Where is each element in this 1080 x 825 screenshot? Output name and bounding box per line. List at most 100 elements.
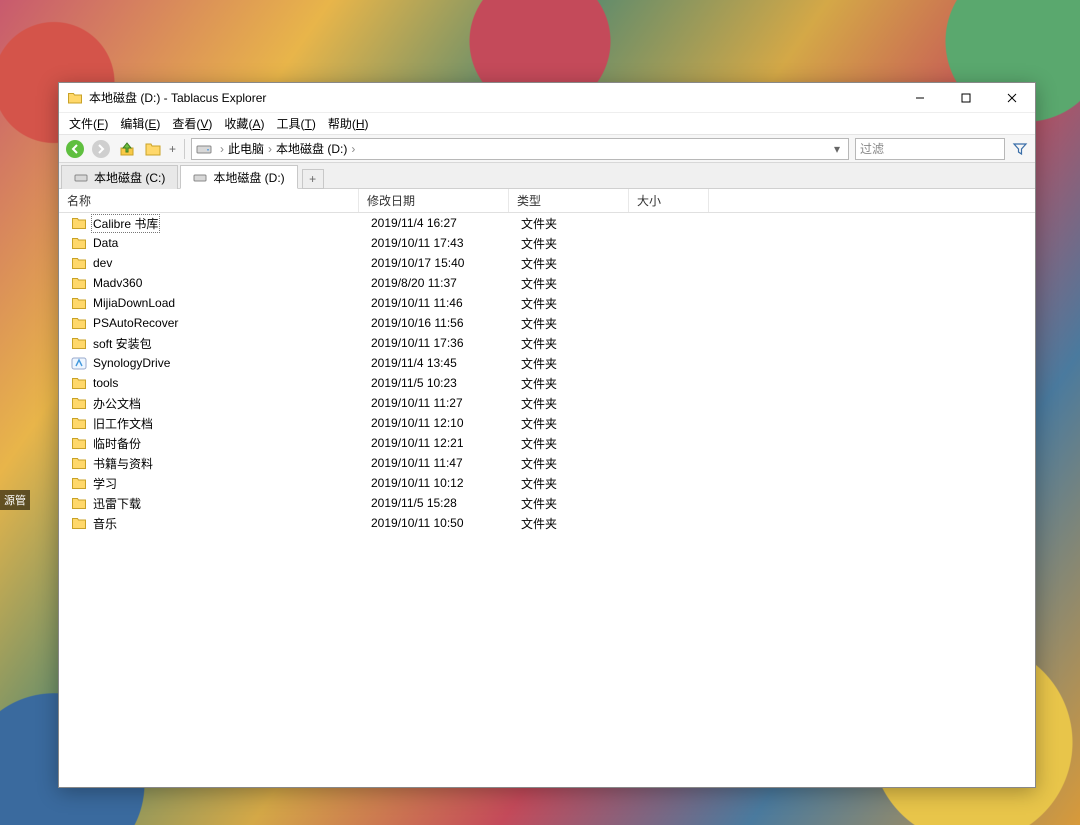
tab-c-drive[interactable]: 本地磁盘 (C:) [61,165,178,189]
breadcrumb-root[interactable]: 此电脑 [226,140,266,157]
file-type: 文件夹 [513,435,633,452]
tab-label: 本地磁盘 (C:) [94,169,165,186]
header-name[interactable]: 名称 [59,189,359,212]
table-row[interactable]: Madv3602019/8/20 11:37文件夹 [59,273,1035,293]
file-date: 2019/11/4 16:27 [363,216,513,230]
column-headers: 名称 修改日期 类型 大小 [59,189,1035,213]
file-list[interactable]: Calibre 书库2019/11/4 16:27文件夹Data2019/10/… [59,213,1035,787]
table-row[interactable]: 迅雷下载2019/11/5 15:28文件夹 [59,493,1035,513]
table-row[interactable]: Data2019/10/11 17:43文件夹 [59,233,1035,253]
minimize-button[interactable] [897,83,943,112]
table-row[interactable]: dev2019/10/17 15:40文件夹 [59,253,1035,273]
table-row[interactable]: SynologyDrive2019/11/4 13:45文件夹 [59,353,1035,373]
breadcrumb-sep: › [349,142,357,156]
window-folder-icon [67,90,83,106]
table-row[interactable]: 学习2019/10/11 10:12文件夹 [59,473,1035,493]
filter-placeholder: 过滤 [860,140,884,157]
folder-icon [71,276,87,290]
tab-d-drive[interactable]: 本地磁盘 (D:) [180,165,297,189]
file-type: 文件夹 [513,315,633,332]
file-type: 文件夹 [513,235,633,252]
breadcrumb-sep: › [266,142,274,156]
breadcrumb-sep: › [218,142,226,156]
file-type: 文件夹 [513,335,633,352]
file-type: 文件夹 [513,375,633,392]
nav-up-button[interactable] [115,137,139,161]
tab-add-button[interactable]: + [302,169,324,189]
folder-icon [71,396,87,410]
filter-input[interactable]: 过滤 [855,138,1005,160]
menu-favorites[interactable]: 收藏(A) [218,113,270,134]
file-date: 2019/10/16 11:56 [363,316,513,330]
drive-icon [193,170,207,184]
file-date: 2019/10/11 12:21 [363,436,513,450]
file-name: 临时备份 [91,435,141,452]
menu-view[interactable]: 查看(V) [166,113,218,134]
file-name: MijiaDownLoad [91,296,175,310]
header-size[interactable]: 大小 [629,189,709,212]
file-name: SynologyDrive [91,356,170,370]
folder-icon [71,336,87,350]
header-type[interactable]: 类型 [509,189,629,212]
close-button[interactable] [989,83,1035,112]
menu-edit[interactable]: 编辑(E) [114,113,166,134]
file-type: 文件夹 [513,295,633,312]
folder-icon [71,376,87,390]
folder-icon [71,436,87,450]
header-date[interactable]: 修改日期 [359,189,509,212]
table-row[interactable]: 旧工作文档2019/10/11 12:10文件夹 [59,413,1035,433]
file-type: 文件夹 [513,415,633,432]
folder-icon [71,216,87,230]
table-row[interactable]: Calibre 书库2019/11/4 16:27文件夹 [59,213,1035,233]
file-name: dev [91,256,112,270]
folders-button[interactable] [141,137,165,161]
file-date: 2019/11/5 15:28 [363,496,513,510]
menu-file[interactable]: 文件(F) [63,113,114,134]
file-date: 2019/10/11 11:46 [363,296,513,310]
file-type: 文件夹 [513,495,633,512]
folder-icon [71,516,87,530]
file-type: 文件夹 [513,455,633,472]
file-type: 文件夹 [513,475,633,492]
table-row[interactable]: 音乐2019/10/11 10:50文件夹 [59,513,1035,533]
nav-back-button[interactable] [63,137,87,161]
folder-icon [71,416,87,430]
nav-forward-button[interactable] [89,137,113,161]
window-title: 本地磁盘 (D:) - Tablacus Explorer [89,89,897,106]
table-row[interactable]: 临时备份 2019/10/11 12:21文件夹 [59,433,1035,453]
file-date: 2019/10/11 11:27 [363,396,513,410]
filter-funnel-icon[interactable] [1009,138,1031,160]
file-date: 2019/10/11 12:10 [363,416,513,430]
file-date: 2019/10/11 17:43 [363,236,513,250]
file-name: soft 安装包 [91,335,152,352]
synology-icon [71,356,87,370]
folder-icon [71,456,87,470]
toolbar-separator [184,139,185,159]
file-date: 2019/10/11 17:36 [363,336,513,350]
titlebar[interactable]: 本地磁盘 (D:) - Tablacus Explorer [59,83,1035,113]
folder-icon [71,476,87,490]
table-row[interactable]: PSAutoRecover2019/10/16 11:56文件夹 [59,313,1035,333]
breadcrumb-drive[interactable]: 本地磁盘 (D:) [274,140,349,157]
file-date: 2019/10/17 15:40 [363,256,513,270]
table-row[interactable]: 办公文档2019/10/11 11:27文件夹 [59,393,1035,413]
maximize-button[interactable] [943,83,989,112]
table-row[interactable]: soft 安装包 2019/10/11 17:36文件夹 [59,333,1035,353]
table-row[interactable]: tools2019/11/5 10:23文件夹 [59,373,1035,393]
file-name: 办公文档 [91,395,141,412]
drive-icon [196,143,212,155]
menu-tools[interactable]: 工具(T) [270,113,321,134]
table-row[interactable]: MijiaDownLoad 2019/10/11 11:46文件夹 [59,293,1035,313]
file-type: 文件夹 [513,275,633,292]
file-name: Calibre 书库 [91,214,160,233]
file-date: 2019/11/4 13:45 [363,356,513,370]
menu-help[interactable]: 帮助(H) [322,113,375,134]
menubar: 文件(F) 编辑(E) 查看(V) 收藏(A) 工具(T) 帮助(H) [59,113,1035,135]
folder-icon [71,256,87,270]
address-bar[interactable]: › 此电脑 › 本地磁盘 (D:) › ▾ [191,138,849,160]
table-row[interactable]: 书籍与资料2019/10/11 11:47文件夹 [59,453,1035,473]
file-name: Madv360 [91,276,142,290]
address-dropdown-icon[interactable]: ▾ [830,142,844,156]
file-name: 书籍与资料 [91,455,153,472]
drive-icon [74,171,88,185]
